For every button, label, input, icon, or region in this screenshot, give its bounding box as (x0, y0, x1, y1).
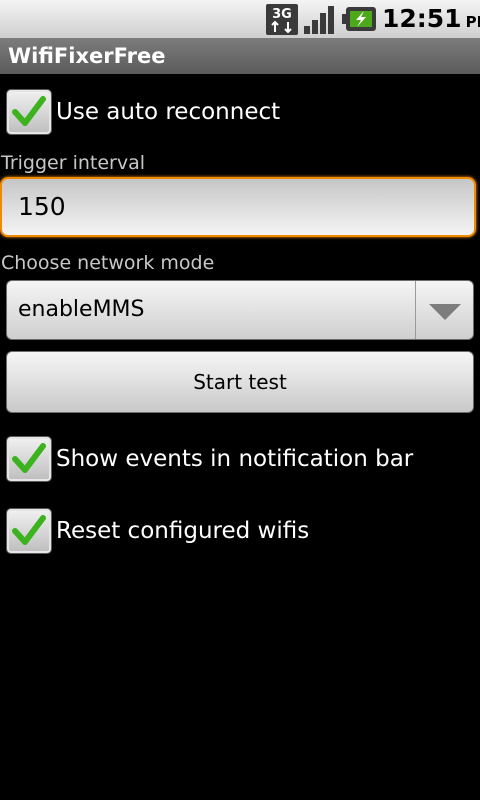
clock-ampm: PM (465, 13, 480, 31)
show-events-label: Show events in notification bar (56, 446, 414, 472)
auto-reconnect-row[interactable]: Use auto reconnect (6, 89, 476, 137)
3g-data-icon: 3G (266, 4, 298, 35)
auto-reconnect-checkbox[interactable] (6, 89, 52, 135)
reset-wifis-label: Reset configured wifis (56, 518, 310, 544)
checkmark-icon (12, 515, 46, 545)
clock-time: 12:51 (382, 4, 462, 33)
signal-strength-icon (304, 6, 334, 34)
start-test-button[interactable]: Start test (6, 351, 474, 413)
checkmark-icon (12, 96, 46, 126)
reset-wifis-row[interactable]: Reset configured wifis (6, 508, 476, 556)
dropdown-divider (415, 281, 416, 339)
show-events-row[interactable]: Show events in notification bar (6, 436, 476, 484)
show-events-checkbox[interactable] (6, 436, 52, 482)
network-mode-dropdown[interactable]: enableMMS (6, 280, 474, 340)
network-type-label: 3G (272, 7, 292, 22)
status-bar: 3G 12:51PM (0, 0, 480, 39)
reset-wifis-checkbox[interactable] (6, 508, 52, 554)
trigger-interval-value: 150 (18, 192, 66, 221)
battery-charging-icon (342, 7, 376, 31)
auto-reconnect-label: Use auto reconnect (56, 99, 281, 125)
network-mode-label: Choose network mode (1, 252, 215, 274)
trigger-interval-input[interactable]: 150 (0, 177, 476, 237)
dropdown-arrow-icon[interactable] (427, 302, 463, 322)
app-title: WifiFixerFree (8, 44, 166, 68)
network-mode-selected: enableMMS (18, 297, 145, 322)
app-title-bar: WifiFixerFree (0, 38, 480, 74)
checkmark-icon (12, 443, 46, 473)
status-clock: 12:51PM (382, 4, 480, 34)
trigger-interval-label: Trigger interval (1, 152, 146, 174)
